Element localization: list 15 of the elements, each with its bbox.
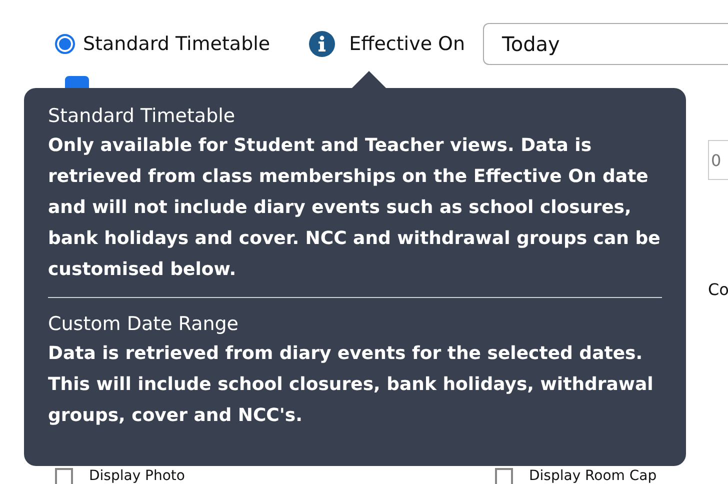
tooltip-text: Only available for Student and Teacher views. Data is retrieved from class memberships on the Effective On date and will not include diary events such as school closures, bank holidays and cover. NCC and withdrawal groups can be customised below.: [48, 134, 662, 282]
radio-button[interactable]: [55, 34, 75, 54]
effective-on-label: Effective On: [349, 33, 466, 55]
field-label: Co: [708, 280, 728, 299]
info-icon[interactable]: [308, 30, 336, 58]
radio-label: Standard Timetable: [83, 33, 270, 55]
input-field[interactable]: 0: [708, 140, 728, 180]
tooltip-text: Data is retrieved from diary events for the selected dates. This will include school closures, bank holidays, withdrawal groups, cover and NCC's.: [48, 342, 654, 428]
tooltip-title: Standard Timetable: [48, 104, 236, 129]
checkbox-label: Display Photo: [89, 468, 185, 484]
checkbox-label: Display Room Cap: [529, 468, 657, 484]
checkbox[interactable]: [55, 468, 73, 484]
checkbox[interactable]: [495, 468, 513, 484]
effective-on-select[interactable]: Today: [483, 23, 728, 65]
tooltip-title: Custom Date Range: [48, 312, 240, 337]
